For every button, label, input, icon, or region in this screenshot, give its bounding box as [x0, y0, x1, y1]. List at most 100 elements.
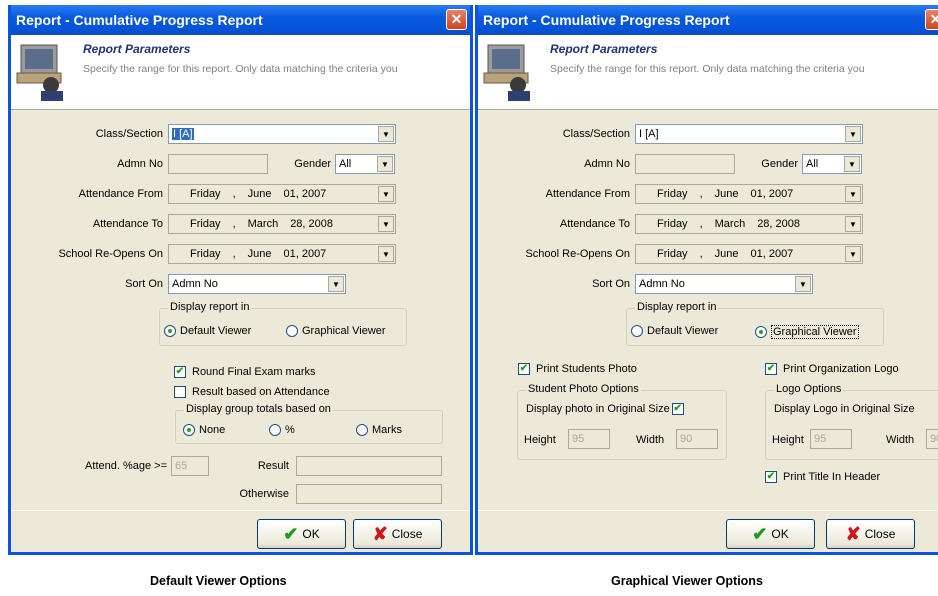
photo-width-input[interactable]: 90: [676, 429, 718, 449]
gender-label: Gender: [294, 158, 331, 170]
title-bar[interactable]: Report - Cumulative Progress Report ✕: [11, 5, 470, 35]
admn-no-input[interactable]: [635, 154, 735, 174]
gender-select[interactable]: All ▼: [335, 154, 395, 174]
default-viewer-label: Default Viewer: [180, 325, 252, 337]
red-x-icon: ✘: [372, 523, 388, 544]
close-button[interactable]: ✘ Close: [353, 519, 442, 549]
ok-button[interactable]: ✔ OK: [257, 519, 346, 549]
chevron-down-icon[interactable]: ▼: [845, 126, 861, 142]
print-logo-label: Print Organization Logo: [783, 363, 899, 375]
chevron-down-icon[interactable]: ▼: [844, 156, 860, 172]
sort-on-select[interactable]: Admn No ▼: [635, 274, 813, 294]
admn-no-label: Admn No: [584, 158, 630, 170]
result-attendance-label: Result based on Attendance: [192, 386, 330, 398]
radio-icon: [164, 325, 176, 337]
sort-on-value: Admn No: [172, 278, 218, 290]
date-month: June: [714, 188, 739, 200]
radio-icon: [755, 326, 767, 338]
school-reopens-date[interactable]: Friday , June 01, 2007 ▼: [168, 244, 396, 264]
gender-select[interactable]: All ▼: [802, 154, 862, 174]
logo-height-input[interactable]: 95: [810, 429, 852, 449]
ok-button[interactable]: ✔ OK: [726, 519, 815, 549]
logo-original-label: Display Logo in Original Size: [774, 403, 915, 415]
close-window-button[interactable]: ✕: [446, 9, 467, 30]
print-logo-checkbox[interactable]: ✔ Print Organization Logo: [765, 363, 899, 375]
date-year: 01, 2007: [750, 188, 794, 200]
logo-original-size-checkbox[interactable]: Display Logo in Original Size: [774, 403, 915, 415]
date-day: Friday: [657, 218, 688, 230]
chevron-down-icon[interactable]: ▼: [378, 216, 394, 232]
class-section-label: Class/Section: [562, 128, 630, 140]
result-input[interactable]: [296, 456, 442, 476]
chevron-down-icon[interactable]: ▼: [378, 246, 394, 262]
chevron-down-icon[interactable]: ▼: [378, 186, 394, 202]
logo-options-legend: Logo Options: [774, 383, 844, 395]
group-none-radio[interactable]: None: [183, 424, 225, 436]
button-bar: ✔ OK ✘ Close: [478, 510, 938, 555]
class-section-value: I [A]: [172, 128, 194, 140]
photo-width-label: Width: [636, 434, 665, 446]
logo-width-input[interactable]: 90: [926, 429, 938, 449]
group-percent-radio[interactable]: %: [269, 424, 295, 436]
attend-pct-input[interactable]: 65: [171, 456, 209, 476]
round-marks-checkbox[interactable]: ✔ Round Final Exam marks: [174, 366, 316, 378]
graphical-viewer-label: Graphical Viewer: [302, 325, 386, 337]
header-description: Specify the range for this report. Only …: [550, 63, 865, 75]
date-day: Friday: [657, 248, 688, 260]
result-attendance-checkbox[interactable]: Result based on Attendance: [174, 386, 330, 398]
class-section-value: I [A]: [639, 128, 659, 140]
print-title-label: Print Title In Header: [783, 471, 881, 483]
chevron-down-icon[interactable]: ▼: [377, 156, 393, 172]
admn-no-input[interactable]: [168, 154, 268, 174]
school-reopens-label: School Re-Opens On: [525, 248, 630, 260]
checkbox-checked-icon: ✔: [518, 363, 530, 375]
chevron-down-icon[interactable]: ▼: [845, 186, 861, 202]
default-viewer-radio[interactable]: Default Viewer: [164, 325, 251, 337]
group-marks-radio[interactable]: Marks: [356, 424, 402, 436]
chevron-down-icon[interactable]: ▼: [328, 276, 344, 292]
checkbox-icon: [174, 386, 186, 398]
group-none-label: None: [199, 424, 226, 436]
caption-graphical-viewer: Graphical Viewer Options: [611, 574, 763, 588]
photo-original-size-checkbox[interactable]: Display photo in Original Size ✔: [526, 403, 690, 415]
date-day: Friday: [190, 218, 221, 230]
print-title-checkbox[interactable]: ✔ Print Title In Header: [765, 471, 880, 483]
sort-on-select[interactable]: Admn No ▼: [168, 274, 346, 294]
attendance-from-date[interactable]: Friday , June 01, 2007 ▼: [635, 184, 863, 204]
group-totals-group: Display group totals based on None % Mar…: [175, 403, 443, 444]
attendance-from-date[interactable]: Friday , June 01, 2007 ▼: [168, 184, 396, 204]
radio-icon: [286, 325, 298, 337]
attendance-to-label: Attendance To: [92, 218, 163, 230]
photo-height-input[interactable]: 95: [568, 429, 610, 449]
radio-icon: [356, 424, 368, 436]
gender-label: Gender: [761, 158, 798, 170]
logo-width-label: Width: [886, 434, 915, 446]
date-day: Friday: [190, 188, 221, 200]
school-reopens-date[interactable]: Friday , June 01, 2007 ▼: [635, 244, 863, 264]
graphical-viewer-radio[interactable]: Graphical Viewer: [286, 325, 386, 337]
default-viewer-radio[interactable]: Default Viewer: [631, 325, 718, 337]
ok-label: OK: [771, 527, 789, 541]
date-year: 01, 2007: [750, 248, 794, 260]
attendance-to-date[interactable]: Friday , March 28, 2008 ▼: [168, 214, 396, 234]
chevron-down-icon[interactable]: ▼: [378, 126, 394, 142]
chevron-down-icon[interactable]: ▼: [845, 246, 861, 262]
class-section-select[interactable]: I [A] ▼: [635, 124, 863, 144]
close-label: Close: [864, 527, 896, 541]
date-month: March: [714, 218, 746, 230]
report-header: Report Parameters Specify the range for …: [478, 35, 938, 110]
print-photo-checkbox[interactable]: ✔ Print Students Photo: [518, 363, 637, 375]
chevron-down-icon[interactable]: ▼: [845, 216, 861, 232]
photo-options-group: Student Photo Options Display photo in O…: [517, 383, 727, 460]
chevron-down-icon[interactable]: ▼: [795, 276, 811, 292]
attend-pct-label: Attend. %age >=: [85, 460, 167, 472]
class-section-select[interactable]: I [A] ▼: [168, 124, 396, 144]
close-window-button[interactable]: ✕: [925, 9, 938, 30]
computer-user-icon: [16, 44, 63, 101]
close-button[interactable]: ✘ Close: [826, 519, 915, 549]
graphical-viewer-radio[interactable]: Graphical Viewer: [755, 325, 859, 339]
display-report-legend: Display report in: [168, 301, 252, 313]
otherwise-input[interactable]: [296, 484, 442, 504]
attendance-to-date[interactable]: Friday , March 28, 2008 ▼: [635, 214, 863, 234]
title-bar[interactable]: Report - Cumulative Progress Report ✕: [478, 5, 938, 35]
